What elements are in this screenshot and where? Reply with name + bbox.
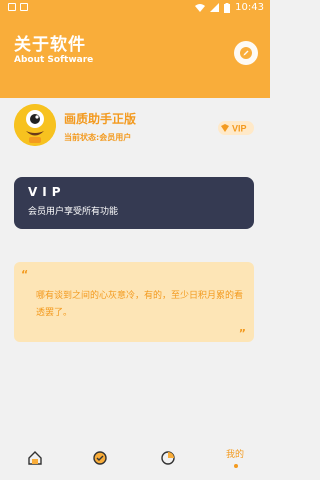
tab-home[interactable] [25,447,45,469]
notification-icon [20,3,28,11]
pencil-icon [240,47,252,59]
app-info-card: 画质助手正版 当前状态:会员用户 VIP [14,104,256,160]
status-bar: 10:43 [0,0,270,18]
signal-icon [210,3,220,12]
settings-check-icon [93,451,107,465]
app-header: 10:43 关于软件 About Software [0,0,270,98]
quote-text: 哪有谈到之间的心灰意冷，有的，至少日积月累的看透罢了。 [36,291,244,318]
active-tab-indicator [234,464,238,468]
vip-badge-icon: VIP [218,121,254,135]
vip-description: 会员用户享受所有功能 [28,207,119,217]
status-time: 10:43 [235,2,264,13]
page-title: 关于软件 [14,35,86,55]
edit-button[interactable] [234,41,258,65]
svg-text:VIP: VIP [232,124,247,134]
home-icon [28,451,42,465]
wifi-icon [195,4,206,12]
quote-close-icon: ” [238,327,246,340]
tab-profile-label[interactable]: 我的 [226,447,244,460]
battery-icon [224,2,231,13]
tab-stats[interactable] [158,447,178,469]
vip-card[interactable]: VIP 会员用户享受所有功能 [14,177,254,229]
status-indicators: 10:43 [195,2,264,13]
notification-icon [8,3,16,11]
avatar[interactable] [14,104,56,146]
chart-icon [161,451,175,465]
membership-status: 当前状态:会员用户 [64,133,132,142]
app-name: 画质助手正版 [64,112,137,126]
bottom-tab-bar: 我的 [0,437,270,480]
quote-open-icon: “ [21,268,29,281]
vip-badge: VIP [218,120,254,139]
page-subtitle: About Software [14,55,94,65]
notification-icons [8,3,28,11]
mascot-icon [14,104,56,146]
tab-settings[interactable] [90,447,110,469]
quote-card: “ 哪有谈到之间的心灰意冷，有的，至少日积月累的看透罢了。 ” [14,262,254,342]
vip-title: VIP [28,185,66,199]
